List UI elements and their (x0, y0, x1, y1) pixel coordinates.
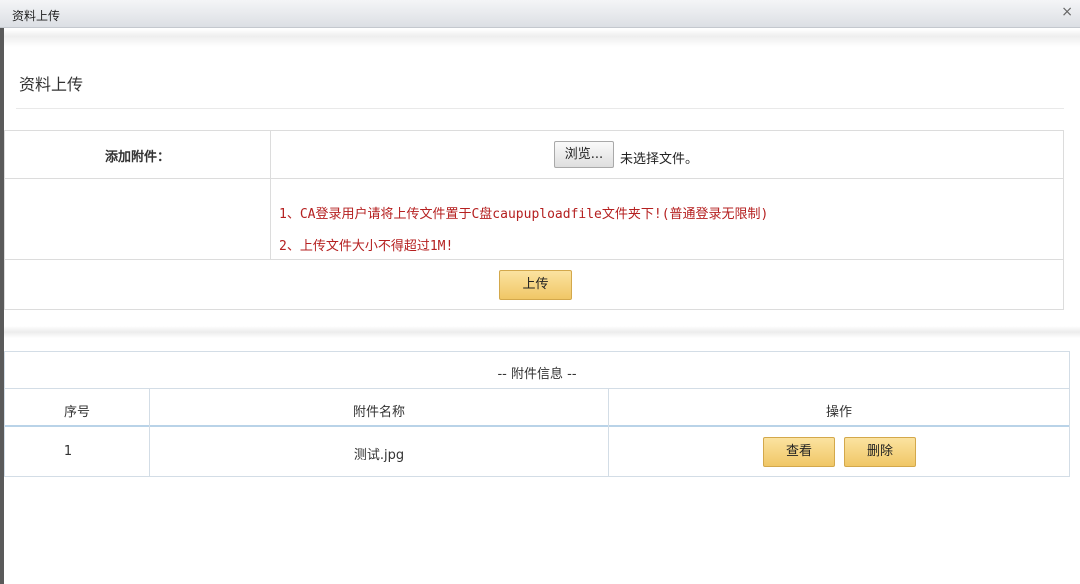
table-divider (5, 388, 1069, 389)
table-header-divider (5, 425, 1069, 427)
column-header-actions: 操作 (825, 405, 852, 420)
view-button[interactable]: 查看 (763, 437, 835, 467)
no-file-status: 未选择文件。 (620, 152, 699, 167)
window-titlebar: 资料上传 × (0, 0, 1080, 28)
column-header-index: 序号 (63, 405, 90, 420)
upload-button[interactable]: 上传 (499, 270, 572, 300)
form-row-divider (5, 259, 1063, 260)
window-title: 资料上传 (12, 9, 61, 23)
row-index: 1 (63, 444, 73, 459)
form-row-divider (5, 178, 1063, 179)
upload-form: 添加附件： 浏览... 未选择文件。 1、CA登录用户请将上传文件置于C盘cau… (4, 130, 1064, 310)
row-filename: 测试.jpg (353, 448, 405, 463)
column-header-name: 附件名称 (352, 405, 405, 420)
top-divider-band (4, 29, 1080, 47)
upload-note-2: 2、上传文件大小不得超过1M! (279, 239, 454, 254)
page-title: 资料上传 (19, 75, 84, 94)
attach-label: 添加附件： (104, 150, 170, 165)
title-divider (16, 108, 1064, 109)
form-column-divider (270, 131, 271, 259)
section-divider-band (4, 326, 1080, 338)
upload-note-1: 1、CA登录用户请将上传文件置于C盘caupuploadfile文件夹下!(普通… (279, 207, 769, 222)
close-icon[interactable]: × (1061, 4, 1073, 20)
browse-button[interactable]: 浏览... (554, 141, 614, 168)
delete-button[interactable]: 删除 (844, 437, 916, 467)
attachments-caption: -- 附件信息 -- (497, 367, 577, 382)
attachments-table: -- 附件信息 -- 序号 附件名称 操作 1 测试.jpg 查看 删除 (4, 351, 1070, 477)
